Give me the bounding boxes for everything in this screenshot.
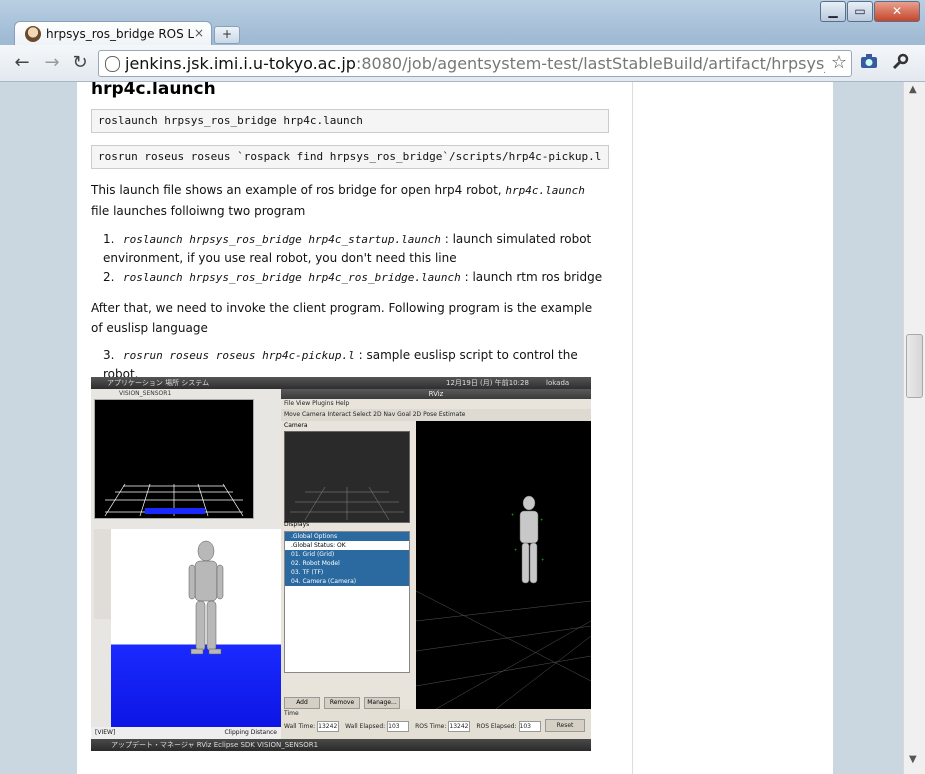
wrench-menu-icon[interactable] (891, 53, 909, 76)
rviz-tool-bar: Move Camera Interact Select 2D Nav Goal … (281, 409, 591, 421)
browser-toolbar: ← → ↻ jenkins.jsk.imi.i.u-tokyo.ac.jp:80… (0, 45, 925, 82)
forward-button[interactable]: → (40, 51, 64, 75)
wall-elapsed-label: Wall Elapsed: (345, 723, 386, 730)
list-item: 2. roslaunch hrpsys_ros_bridge hrp4c_ros_… (103, 268, 603, 287)
rviz-title: RViz (281, 389, 591, 399)
svg-text:+: + (511, 512, 514, 517)
rviz-time-panel: Time Wall Time: 13242 Wall Elapsed: 103 RO… (281, 709, 591, 739)
page-viewport: hrp4c.launch roslaunch hrpsys_ros_bridge… (0, 82, 903, 774)
add-display-button[interactable]: Add (284, 697, 320, 709)
remove-display-button[interactable]: Remove (324, 697, 360, 709)
desktop-user: lokada (546, 379, 570, 387)
display-item[interactable]: 04. Camera (Camera) (285, 577, 409, 586)
url-host: jenkins.jsk.imi.i.u-tokyo.ac.jp (125, 54, 356, 73)
tab-title: hrpsys_ros_bridge ROS L (46, 27, 194, 41)
list-code: roslaunch hrpsys_ros_bridge hrp4c_ros_br… (123, 271, 461, 284)
new-tab-button[interactable]: + (214, 26, 240, 44)
vision-sensor-title: VISION_SENSOR1 (119, 390, 172, 397)
section-heading: hrp4c.launch (91, 82, 216, 99)
svg-text:+: + (541, 557, 544, 562)
maximize-button[interactable]: ▭ (847, 1, 873, 22)
desktop-top-panel: アプリケーション 場所 システム 12月19日 (月) 午前10:28 loka… (91, 377, 591, 389)
vision-sensor-view (94, 399, 254, 519)
para1-text-a: This launch file shows an example of ros… (91, 183, 506, 197)
time-row: Wall Time: 13242 Wall Elapsed: 103 ROS Tim… (284, 721, 545, 732)
ros-elapsed-label: ROS Elapsed: (476, 723, 517, 730)
manage-display-button[interactable]: Manage... (364, 697, 400, 709)
close-window-button[interactable]: ✕ (874, 1, 920, 22)
rviz-displays-list: .Global Options .Global Status: OK 01. G… (284, 531, 410, 673)
wall-time-label: Wall Time: (284, 723, 316, 730)
url-path: :8080/job/agentsystem-test/lastStableBui… (355, 54, 825, 73)
rviz-camera-view (284, 431, 410, 523)
list-number: 2. (103, 270, 115, 284)
ros-time-value: 13242 (448, 721, 471, 732)
rviz-camera-label: Camera (284, 422, 308, 429)
display-item[interactable]: 02. Robot Model (285, 559, 409, 568)
scrollbar-thumb[interactable] (906, 334, 923, 398)
jenkins-favicon-icon (25, 26, 41, 42)
display-item[interactable]: .Global Options (285, 532, 409, 541)
display-item[interactable]: .Global Status: OK (285, 541, 409, 550)
display-item[interactable]: 03. TF (TF) (285, 568, 409, 577)
list-item: 1. roslaunch hrpsys_ros_bridge hrp4c_star… (103, 230, 603, 268)
rviz-menu-bar: File View Plugins Help (284, 400, 350, 407)
description-paragraph: This launch file shows an example of ros… (91, 180, 606, 221)
desktop-clock: 12月19日 (月) 午前10:28 (446, 379, 529, 387)
sim-status-left: [VIEW] (95, 729, 116, 736)
scroll-down-icon[interactable]: ▼ (909, 754, 917, 765)
browser-tab[interactable]: hrpsys_ros_bridge ROS L × (14, 21, 212, 46)
svg-text:+: + (540, 517, 543, 522)
back-button[interactable]: ← (10, 51, 34, 75)
address-bar[interactable]: jenkins.jsk.imi.i.u-tokyo.ac.jp:8080/job… (98, 50, 852, 77)
simulator-status-bar: [VIEW] Clipping Distance (91, 727, 281, 739)
time-label: Time (284, 710, 299, 717)
code-block-roslaunch: roslaunch hrpsys_ros_bridge hrp4c.launch (91, 109, 609, 133)
page-content: hrp4c.launch roslaunch hrpsys_ros_bridge… (77, 82, 833, 774)
sidebar-divider (632, 82, 633, 774)
simulator-3d-view (111, 529, 281, 739)
list-code: roslaunch hrpsys_ros_bridge hrp4c_startu… (123, 233, 441, 246)
rviz-left-panel: Camera Displays .Global Options .Global … (281, 421, 411, 709)
ros-time-label: ROS Time: (415, 723, 447, 730)
list-number: 3. (103, 348, 115, 362)
list-number: 1. (103, 232, 115, 246)
ros-elapsed-value: 103 (518, 721, 541, 732)
desktop-taskbar: アップデート・マネージャ RViz Eclipse SDK VISION_SEN… (91, 739, 591, 751)
rviz-displays-label: Displays (284, 521, 310, 528)
desktop-menu: アプリケーション 場所 システム (107, 379, 210, 387)
svg-text:+: + (514, 547, 517, 552)
list-code: rosrun roseus roseus hrp4c-pickup.l (123, 349, 355, 362)
scroll-up-icon[interactable]: ▲ (909, 84, 917, 95)
simulator-window: VISION_SENSOR1 [VIEW] Clipping Distance (91, 389, 281, 739)
code-block-rosrun: rosrun roseus roseus `rospack find hrpsy… (91, 145, 609, 169)
reset-button[interactable]: Reset (545, 719, 585, 732)
page-icon (105, 56, 120, 72)
url-text[interactable]: jenkins.jsk.imi.i.u-tokyo.ac.jp:8080/job… (125, 54, 825, 73)
minimize-button[interactable]: ▁ (820, 1, 846, 22)
simulation-screenshot-image: アプリケーション 場所 システム 12月19日 (月) 午前10:28 loka… (91, 377, 591, 751)
para1-text-b: file launches folloiwng two program (91, 204, 306, 218)
list-text: : launch rtm ros bridge (460, 270, 603, 284)
tab-close-icon[interactable]: × (194, 26, 204, 40)
rviz-3d-scene: + + + + (416, 421, 591, 709)
para1-code: hrp4c.launch (505, 184, 585, 197)
rviz-window: RViz File View Plugins Help Move Camera … (281, 389, 591, 739)
vertical-scrollbar[interactable]: ▲ ▼ (903, 82, 925, 774)
taskbar-items: アップデート・マネージャ RViz Eclipse SDK VISION_SEN… (111, 741, 319, 749)
wall-elapsed-value: 103 (387, 721, 410, 732)
reload-button[interactable]: ↻ (68, 51, 92, 75)
sim-status-right: Clipping Distance (224, 729, 277, 736)
display-item[interactable]: 01. Grid (Grid) (285, 550, 409, 559)
camera-extension-icon[interactable] (860, 53, 878, 74)
bookmark-star-icon[interactable]: ☆ (831, 52, 847, 73)
client-program-paragraph: After that, we need to invoke the client… (91, 301, 593, 335)
wall-time-value: 13242 (317, 721, 340, 732)
rviz-display-buttons: Add Remove Manage... (284, 697, 408, 709)
